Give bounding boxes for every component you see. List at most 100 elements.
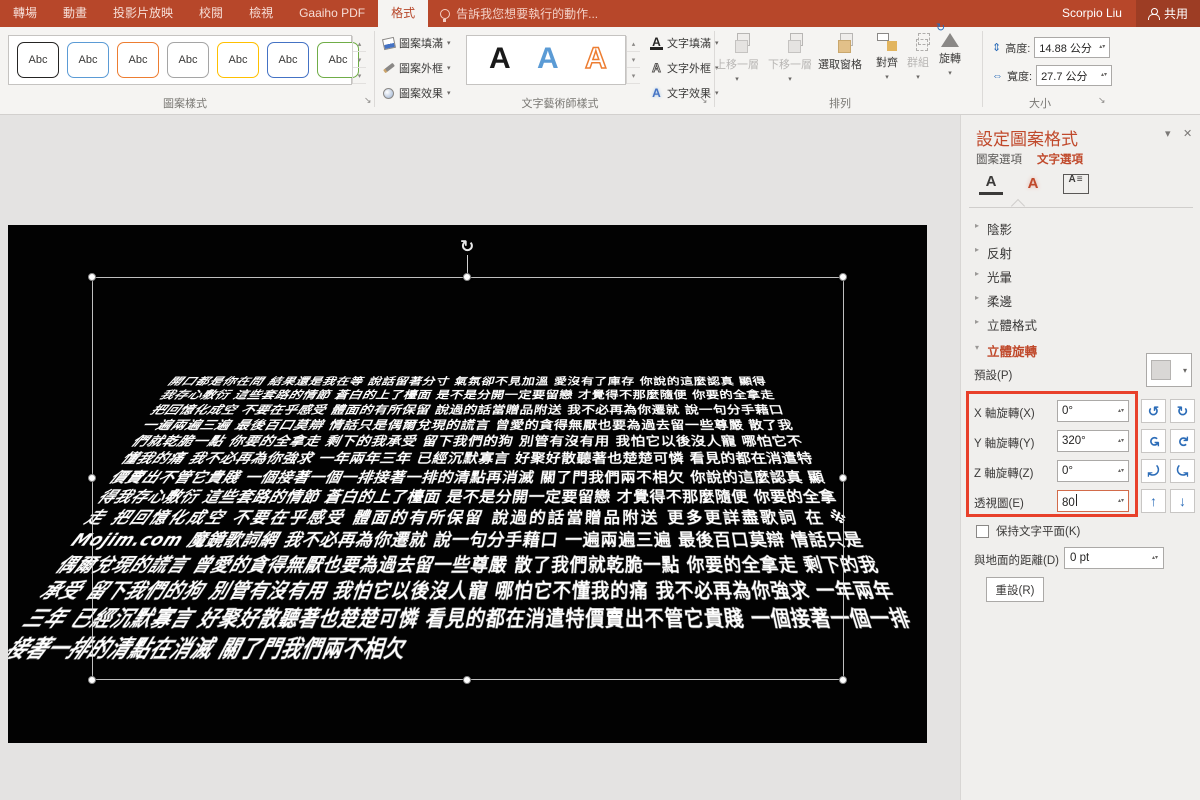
- y-rotate-down-button[interactable]: ↻: [1170, 429, 1195, 453]
- panel-close-icon[interactable]: ✕: [1183, 127, 1192, 140]
- x-rotate-right-button[interactable]: ↻: [1170, 399, 1195, 423]
- shape-outline-button[interactable]: 圖案外框▾: [382, 60, 451, 76]
- effect-item-glow[interactable]: ▸光暈: [987, 267, 1012, 286]
- height-row: ⇕ 高度: 14.88 公分 ▴▾: [992, 37, 1110, 58]
- slide-canvas[interactable]: 開口都是你在問 結果還是我在等 說話留著分寸 氣氛卻不見加溫 愛沒有了庫存 你說…: [8, 225, 927, 743]
- text-fill-outline-icon[interactable]: A: [979, 171, 1003, 195]
- y-rotation-field[interactable]: 320° ▴▾: [1057, 430, 1129, 452]
- shape-style-6[interactable]: Abc: [267, 42, 309, 78]
- handle-top-right[interactable]: [839, 273, 847, 281]
- text-outline-label: 文字外框: [667, 60, 711, 76]
- rotate-button[interactable]: 旋轉▾: [925, 33, 975, 77]
- handle-top-center[interactable]: [463, 273, 471, 281]
- group-label-wordart: 文字藝術師樣式: [495, 95, 625, 111]
- account-name[interactable]: Scorpio Liu: [1048, 0, 1136, 27]
- shape-style-5[interactable]: Abc: [217, 42, 259, 78]
- tab-review[interactable]: 校閱: [186, 0, 236, 27]
- perspective-spinner[interactable]: ▴▾: [1118, 499, 1124, 504]
- distance-spinner[interactable]: ▴▾: [1152, 556, 1158, 561]
- tell-me-box[interactable]: 告訴我您想要執行的動作...: [428, 0, 610, 27]
- person-icon: [1148, 8, 1159, 19]
- height-field[interactable]: 14.88 公分 ▴▾: [1034, 37, 1110, 58]
- text-effects-icon: A: [650, 87, 663, 100]
- panel-title: 設定圖案格式: [976, 125, 1078, 150]
- z-rotation-spinner[interactable]: ▴▾: [1118, 469, 1124, 474]
- checkbox-icon: [976, 525, 989, 538]
- panel-tab-text-options[interactable]: 文字選項: [1037, 151, 1083, 167]
- height-spinner[interactable]: ▴▾: [1099, 45, 1105, 50]
- handle-bottom-left[interactable]: [88, 676, 96, 684]
- reset-button[interactable]: 重設(R): [986, 577, 1044, 602]
- textbox-layout-icon[interactable]: A≡: [1063, 174, 1089, 194]
- rotation-handle-icon[interactable]: ↻: [460, 237, 474, 257]
- dialog-launcher-size[interactable]: ↘: [1098, 95, 1106, 106]
- y-rotate-up-button[interactable]: ↺: [1141, 429, 1166, 453]
- effect-item-soft-edges[interactable]: ▸柔邊: [987, 291, 1012, 310]
- perspective-up-button[interactable]: ↑: [1141, 489, 1166, 513]
- z-rotate-cw-button[interactable]: ⤿: [1170, 459, 1195, 483]
- effect-item-3d-format[interactable]: ▸立體格式: [987, 315, 1037, 334]
- selection-pane-button[interactable]: 選取窗格: [815, 33, 865, 72]
- text-fill-button[interactable]: A 文字填滿▾: [650, 35, 719, 51]
- shape-style-4[interactable]: Abc: [167, 42, 209, 78]
- bring-forward-button[interactable]: 上移一層▾: [712, 33, 762, 83]
- effect-item-shadow[interactable]: ▸陰影: [987, 219, 1012, 238]
- handle-bottom-center[interactable]: [463, 676, 471, 684]
- shape-effects-button[interactable]: 圖案效果▾: [382, 85, 451, 101]
- handle-bottom-right[interactable]: [839, 676, 847, 684]
- width-spinner[interactable]: ▴▾: [1101, 73, 1107, 78]
- share-button[interactable]: 共用: [1136, 0, 1200, 27]
- tab-format[interactable]: 格式: [378, 0, 428, 27]
- panel-tab-shape-options[interactable]: 圖案選項: [976, 151, 1022, 167]
- wordart-sample-3[interactable]: A: [585, 42, 607, 76]
- effect-item-reflection[interactable]: ▸反射: [987, 243, 1012, 262]
- group-label-arrange: 排列: [775, 95, 905, 111]
- wordart-gallery-scroll[interactable]: ▴▾▾: [626, 36, 640, 84]
- send-backward-icon: [779, 33, 801, 53]
- send-backward-button[interactable]: 下移一層▾: [765, 33, 815, 83]
- z-rotation-field[interactable]: 0° ▴▾: [1057, 460, 1129, 482]
- send-backward-label: 下移一層: [768, 56, 812, 72]
- lightbulb-icon: [440, 9, 450, 19]
- handle-middle-left[interactable]: [88, 474, 96, 482]
- bring-forward-label: 上移一層: [715, 56, 759, 72]
- perspective-field[interactable]: 80 ▴▾: [1057, 490, 1129, 512]
- keep-text-flat-checkbox[interactable]: 保持文字平面(K): [976, 523, 1080, 539]
- text-effects-label: 文字效果: [667, 85, 711, 101]
- powerpoint-window: 轉場 動畫 投影片放映 校閱 檢視 Gaaiho PDF 格式 告訴我您想要執行…: [0, 0, 1200, 800]
- x-rotation-spinner[interactable]: ▴▾: [1118, 409, 1124, 414]
- text-effects-icon[interactable]: A: [1021, 171, 1045, 195]
- handle-middle-right[interactable]: [839, 474, 847, 482]
- presets-dropdown[interactable]: ▾: [1146, 353, 1192, 387]
- width-icon: ⇔: [992, 70, 1003, 82]
- width-field[interactable]: 27.7 公分 ▴▾: [1036, 65, 1112, 86]
- tab-animations[interactable]: 動畫: [50, 0, 100, 27]
- dialog-launcher-shape-styles[interactable]: ↘: [364, 95, 372, 106]
- shape-style-2[interactable]: Abc: [67, 42, 109, 78]
- tab-view[interactable]: 檢視: [236, 0, 286, 27]
- x-rotate-left-button[interactable]: ↺: [1141, 399, 1166, 423]
- handle-top-left[interactable]: [88, 273, 96, 281]
- text-outline-button[interactable]: A 文字外框▾: [650, 60, 719, 76]
- tab-slideshow[interactable]: 投影片放映: [100, 0, 186, 27]
- text-effects-button[interactable]: A 文字效果▾: [650, 85, 719, 101]
- perspective-down-button[interactable]: ↓: [1170, 489, 1195, 513]
- shape-fill-button[interactable]: 圖案填滿▾: [382, 35, 451, 51]
- shape-style-gallery-scroll[interactable]: ▴▾▾: [352, 36, 366, 84]
- x-rotation-field[interactable]: 0° ▴▾: [1057, 400, 1129, 422]
- text-tools-column: A 文字填滿▾ A 文字外框▾ A 文字效果▾: [650, 35, 719, 101]
- z-rotate-ccw-button[interactable]: ⤾: [1141, 459, 1166, 483]
- shape-style-1[interactable]: Abc: [17, 42, 59, 78]
- shape-style-3[interactable]: Abc: [117, 42, 159, 78]
- wordart-sample-1[interactable]: A: [489, 42, 511, 76]
- shape-outline-icon: [382, 62, 395, 75]
- shape-tools-column: 圖案填滿▾ 圖案外框▾ 圖案效果▾: [382, 35, 451, 101]
- format-shape-panel: 設定圖案格式 ▾ ✕ 圖案選項 文字選項 A A A≡ ▸陰影 ▸反射 ▸光暈 …: [960, 115, 1200, 800]
- tab-transitions[interactable]: 轉場: [0, 0, 50, 27]
- distance-from-ground-field[interactable]: 0 pt ▴▾: [1064, 547, 1164, 569]
- effect-item-3d-rotation[interactable]: ▾立體旋轉: [987, 341, 1037, 360]
- tab-gaaiho-pdf[interactable]: Gaaiho PDF: [286, 0, 378, 27]
- panel-menu-icon[interactable]: ▾: [1165, 127, 1171, 140]
- wordart-sample-2[interactable]: A: [537, 42, 559, 76]
- y-rotation-spinner[interactable]: ▴▾: [1118, 439, 1124, 444]
